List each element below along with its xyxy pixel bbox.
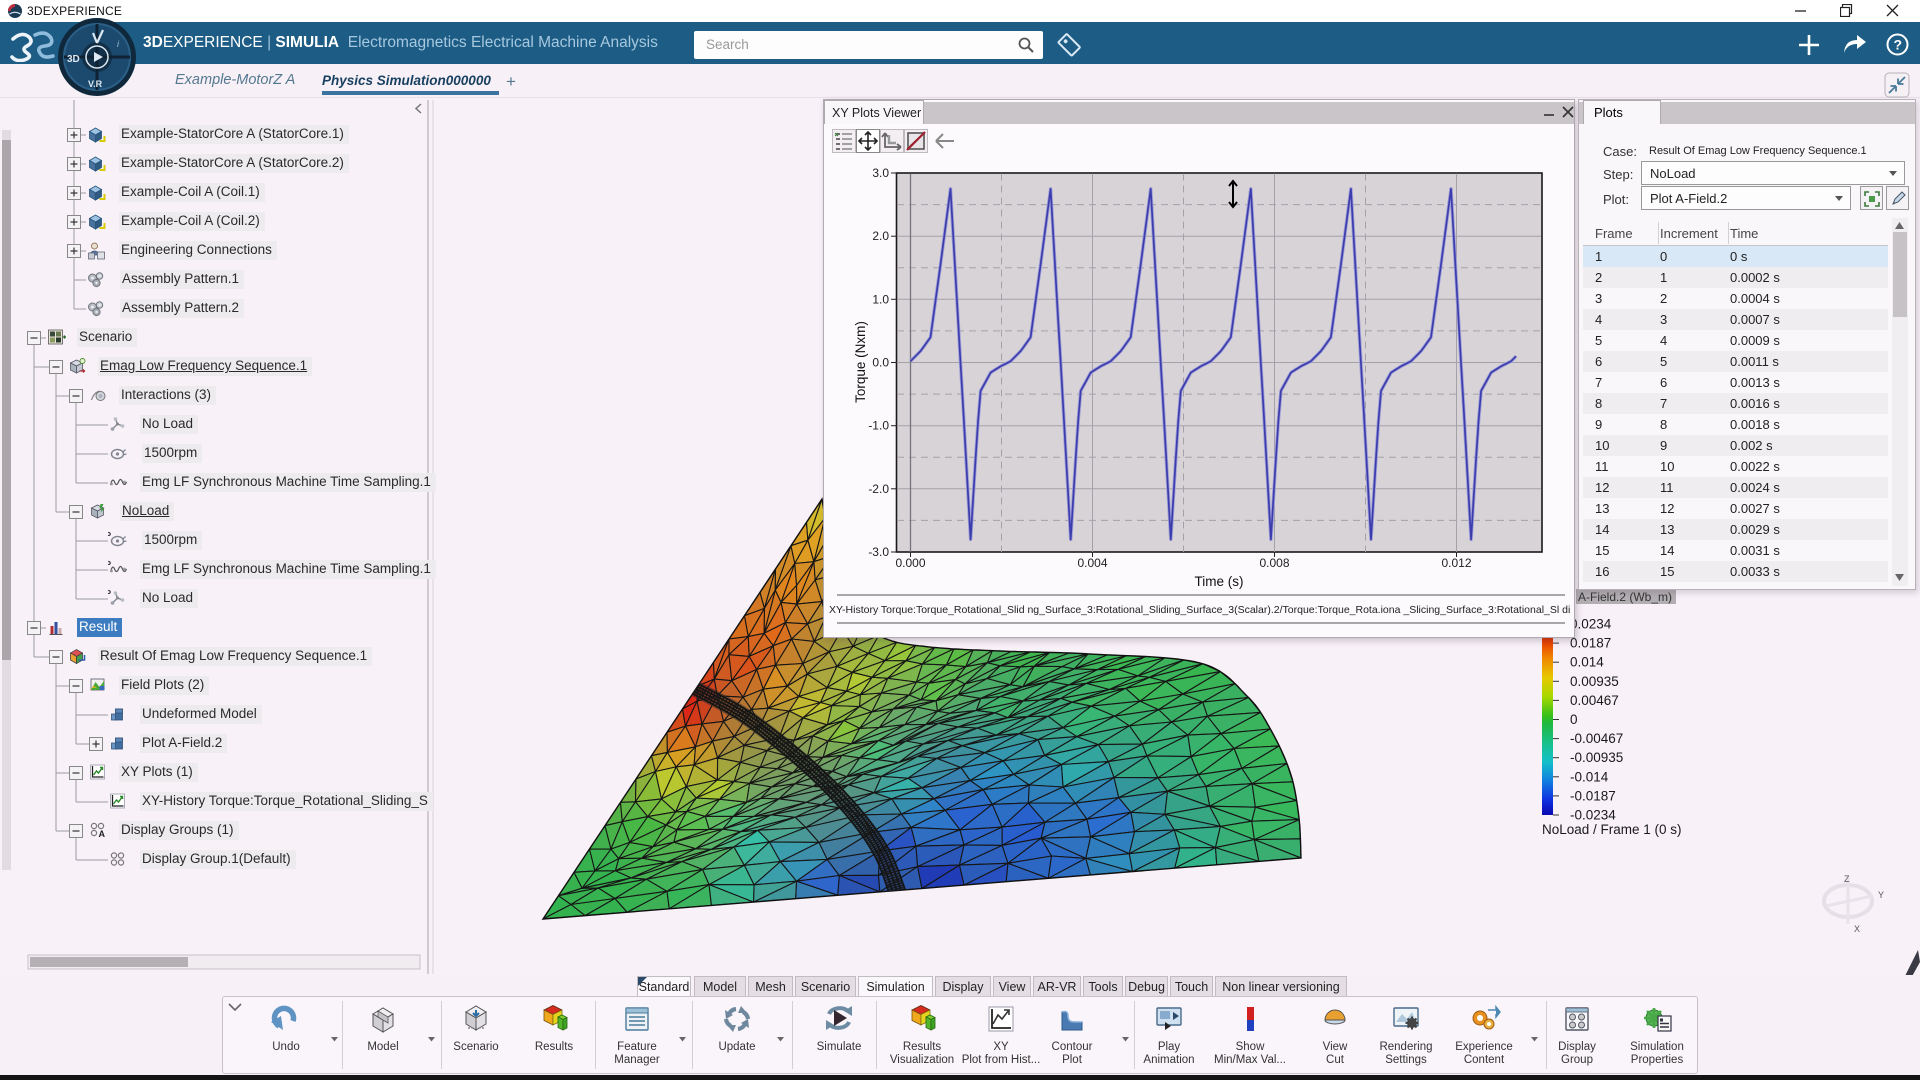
svg-text:0.0187: 0.0187	[1570, 636, 1611, 651]
svg-text:Z: Z	[1844, 874, 1850, 884]
svg-text:5: 5	[108, 589, 112, 596]
svg-text:-3.0: -3.0	[868, 545, 889, 559]
svg-text:3.0: 3.0	[872, 166, 889, 180]
svg-text:3D: 3D	[67, 54, 80, 65]
svg-text:Time (s): Time (s)	[1195, 574, 1244, 589]
svg-text:0.00467: 0.00467	[1570, 693, 1619, 708]
svg-text:1.0: 1.0	[872, 292, 889, 306]
svg-text:-2.0: -2.0	[868, 482, 889, 496]
svg-text:-0.00467: -0.00467	[1570, 731, 1623, 746]
svg-text:Y: Y	[1878, 890, 1884, 900]
svg-text:-0.0187: -0.0187	[1570, 788, 1616, 803]
svg-text:-0.014: -0.014	[1570, 769, 1609, 784]
svg-text:X: X	[1854, 924, 1860, 934]
svg-text:A-Field.2 (Wb_m): A-Field.2 (Wb_m)	[1578, 590, 1672, 604]
svg-text:0.008: 0.008	[1259, 556, 1289, 570]
svg-text:0.00935: 0.00935	[1570, 674, 1619, 689]
svg-text:0.0: 0.0	[872, 356, 889, 370]
svg-text:Torque (Nxm): Torque (Nxm)	[853, 321, 868, 403]
svg-text:5: 5	[108, 560, 112, 567]
svg-text:0.000: 0.000	[895, 556, 925, 570]
svg-text:2.0: 2.0	[872, 229, 889, 243]
svg-text:NoLoad / Frame 1 (0 s): NoLoad / Frame 1 (0 s)	[1542, 822, 1682, 837]
svg-text:5: 5	[108, 531, 112, 538]
svg-text:V.R: V.R	[88, 79, 103, 89]
svg-text:0: 0	[1570, 712, 1578, 727]
svg-text:A: A	[99, 829, 106, 839]
svg-text:?: ?	[1894, 37, 1903, 53]
svg-text:-0.00935: -0.00935	[1570, 750, 1623, 765]
svg-text:-0.0234: -0.0234	[1570, 808, 1616, 823]
svg-text:0.004: 0.004	[1077, 556, 1107, 570]
svg-text:0.012: 0.012	[1441, 556, 1471, 570]
svg-text:-1.0: -1.0	[868, 419, 889, 433]
svg-text:XY-History Torque:Torque_Rotat: XY-History Torque:Torque_Rotational_Slid…	[829, 604, 1570, 616]
svg-text:0.0234: 0.0234	[1570, 617, 1612, 632]
svg-text:0.014: 0.014	[1570, 655, 1604, 670]
